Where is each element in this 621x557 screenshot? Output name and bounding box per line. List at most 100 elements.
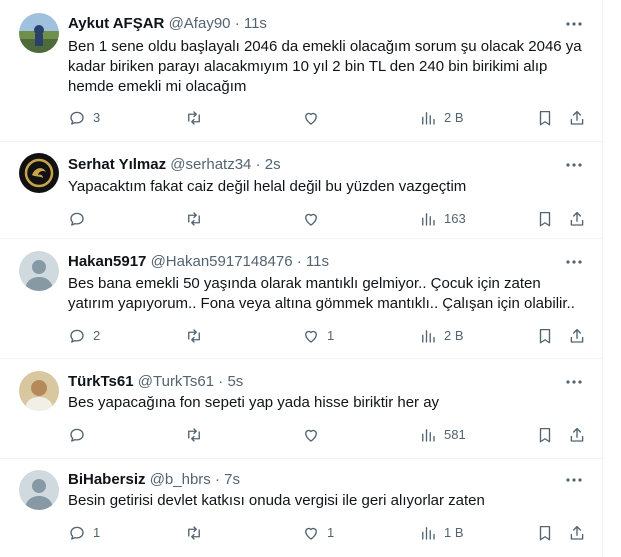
views-icon — [422, 527, 435, 540]
avatar[interactable] — [19, 371, 59, 411]
reply-icon — [70, 428, 84, 442]
tweet[interactable]: Aykut AFŞAR @Afay90 · 11s Ben 1 sene old… — [0, 0, 602, 142]
more-icon[interactable] — [564, 470, 584, 490]
more-icon[interactable] — [564, 14, 584, 34]
views-icon — [422, 429, 435, 442]
like-button[interactable]: 1 — [302, 523, 334, 543]
like-button[interactable] — [302, 209, 320, 229]
more-icon[interactable] — [564, 372, 584, 392]
display-name[interactable]: Aykut AFŞAR — [68, 15, 164, 32]
bookmark-button[interactable] — [536, 108, 554, 128]
user-handle[interactable]: @Afay90 — [169, 15, 231, 32]
display-name[interactable]: TürkTs61 — [68, 373, 134, 390]
more-icon[interactable] — [564, 155, 584, 175]
avatar[interactable] — [19, 470, 59, 510]
reply-button[interactable]: 3 — [68, 108, 100, 128]
like-button[interactable] — [302, 425, 320, 445]
tweet-actions: 1 1 1 B — [68, 523, 588, 543]
reply-icon — [70, 329, 84, 343]
like-count: 1 — [327, 525, 335, 540]
share-button[interactable] — [568, 108, 586, 128]
views-button[interactable]: 581 — [419, 425, 466, 445]
reply-button[interactable]: 1 — [68, 523, 100, 543]
timestamp[interactable]: 11s — [244, 15, 267, 32]
share-icon — [570, 110, 584, 125]
tweet-actions: 2 1 2 B — [68, 326, 588, 346]
like-icon — [305, 213, 317, 226]
more-icon[interactable] — [564, 252, 584, 272]
bookmark-button[interactable] — [536, 523, 554, 543]
reply-button[interactable] — [68, 209, 93, 229]
views-button[interactable]: 2 B — [419, 326, 464, 346]
like-icon — [305, 527, 317, 540]
like-button[interactable] — [302, 108, 320, 128]
avatar[interactable] — [19, 13, 59, 53]
tweet[interactable]: BiHabersiz @b_hbrs · 7s Besin getirisi d… — [0, 459, 602, 557]
reply-count: 1 — [93, 525, 101, 540]
reply-button[interactable] — [68, 425, 86, 445]
bookmark-icon — [539, 110, 551, 126]
like-button[interactable]: 1 — [302, 326, 334, 346]
separator-dot: · — [255, 156, 261, 173]
views-button[interactable]: 2 B — [419, 108, 464, 128]
share-button[interactable] — [568, 425, 586, 445]
tweet[interactable]: Serhat Yılmaz @serhatz34 · 2s Yapacaktım… — [0, 142, 602, 239]
retweet-icon — [188, 111, 200, 125]
avatar[interactable] — [19, 153, 59, 193]
display-name[interactable]: Serhat Yılmaz — [68, 156, 166, 173]
display-name[interactable]: Hakan5917 — [68, 253, 146, 270]
separator-dot: · — [234, 15, 240, 32]
views-icon — [422, 330, 435, 343]
user-handle[interactable]: @TurkTs61 — [138, 373, 214, 390]
bookmark-icon — [539, 525, 551, 541]
like-icon — [305, 429, 317, 442]
avatar[interactable] — [19, 251, 59, 291]
bookmark-button[interactable] — [536, 326, 554, 346]
views-count: 163 — [444, 211, 466, 226]
separator-dot: · — [218, 373, 224, 390]
retweet-button[interactable] — [185, 108, 203, 128]
timestamp[interactable]: 7s — [224, 471, 240, 488]
separator-dot: · — [296, 253, 302, 270]
views-button[interactable]: 1 B — [419, 523, 464, 543]
reply-count: 2 — [93, 328, 101, 343]
tweet-text: Bes yapacağına fon sepeti yap yada hisse… — [68, 394, 440, 411]
tweet-header: Serhat Yılmaz @serhatz34 · 2s — [68, 155, 281, 175]
retweet-button[interactable] — [185, 326, 203, 346]
like-icon — [305, 112, 317, 125]
retweet-button[interactable] — [185, 523, 203, 543]
bookmark-button[interactable] — [536, 425, 554, 445]
retweet-icon — [188, 212, 200, 226]
tweet-actions: 581 — [68, 425, 588, 445]
reply-button[interactable]: 2 — [68, 326, 100, 346]
tweet[interactable]: Hakan5917 @Hakan5917148476 · 11s Bes ban… — [0, 239, 602, 359]
like-count: 1 — [327, 328, 335, 343]
retweet-button[interactable] — [185, 209, 203, 229]
share-button[interactable] — [568, 523, 586, 543]
share-icon — [570, 211, 584, 226]
tweet-header: BiHabersiz @b_hbrs · 7s — [68, 470, 240, 490]
tweet[interactable]: TürkTs61 @TurkTs61 · 5s Bes yapacağına f… — [0, 359, 602, 459]
reply-count: 3 — [93, 110, 101, 125]
bookmark-button[interactable] — [536, 209, 554, 229]
tweet-actions: 3 2 B — [68, 108, 588, 128]
views-count: 2 B — [444, 110, 464, 125]
retweet-icon — [188, 428, 200, 442]
tweet-header: Aykut AFŞAR @Afay90 · 11s — [68, 14, 267, 34]
tweet-actions: 163 — [68, 209, 588, 229]
separator-dot: · — [214, 471, 220, 488]
display-name[interactable]: BiHabersiz — [68, 471, 146, 488]
bookmark-icon — [539, 211, 551, 227]
timestamp[interactable]: 11s — [306, 253, 329, 270]
views-button[interactable]: 163 — [419, 209, 466, 229]
timestamp[interactable]: 5s — [227, 373, 243, 390]
share-button[interactable] — [568, 209, 586, 229]
views-count: 581 — [444, 427, 466, 442]
user-handle[interactable]: @b_hbrs — [150, 471, 211, 488]
retweet-button[interactable] — [185, 425, 203, 445]
user-handle[interactable]: @Hakan5917148476 — [151, 253, 293, 270]
tweet-text: Yapacaktım fakat caiz değil helal değil … — [68, 178, 467, 195]
user-handle[interactable]: @serhatz34 — [170, 156, 251, 173]
share-button[interactable] — [568, 326, 586, 346]
timestamp[interactable]: 2s — [265, 156, 281, 173]
